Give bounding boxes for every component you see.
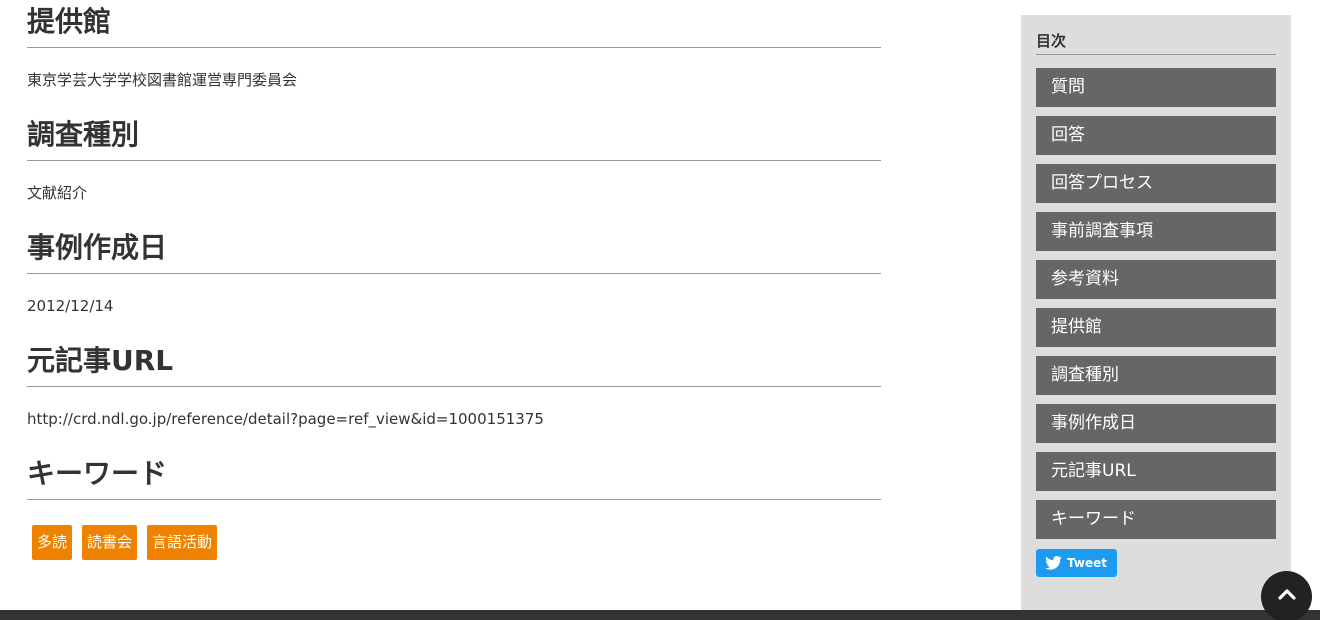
tweet-button[interactable]: Tweet [1036,549,1117,577]
section-heading-created-date: 事例作成日 [27,226,881,274]
tweet-label: Tweet [1067,556,1107,570]
section-provider: 提供館 東京学芸大学学校図書館運営専門委員会 [27,0,881,113]
section-keywords: キーワード 多読 読書会 言語活動 [27,452,881,560]
page: 提供館 東京学芸大学学校図書館運営専門委員会 調査種別 文献紹介 事例作成日 2… [0,0,1320,620]
section-heading-keywords: キーワード [27,452,881,500]
toc-sidebar: 目次 質問 回答 回答プロセス 事前調査事項 参考資料 提供館 調査種別 事例作… [1021,15,1291,620]
survey-type-value: 文献紹介 [27,184,88,202]
footer-bar [0,610,1320,620]
section-heading-source-url: 元記事URL [27,339,881,387]
section-source-url: 元記事URL http://crd.ndl.go.jp/reference/de… [27,339,881,452]
twitter-bird-icon [1045,556,1062,570]
section-heading-survey-type: 調査種別 [27,113,881,161]
chevron-up-icon [1277,589,1296,600]
section-heading-provider: 提供館 [27,0,881,48]
keyword-tag[interactable]: 言語活動 [147,525,218,560]
toc-title: 目次 [1036,31,1276,55]
toc-item-references[interactable]: 参考資料 [1036,260,1276,299]
toc-item-question[interactable]: 質問 [1036,68,1276,107]
toc-item-provider[interactable]: 提供館 [1036,308,1276,347]
toc-item-survey-type[interactable]: 調査種別 [1036,356,1276,395]
toc-item-created-date[interactable]: 事例作成日 [1036,404,1276,443]
toc-item-source-url[interactable]: 元記事URL [1036,452,1276,491]
section-survey-type: 調査種別 文献紹介 [27,113,881,226]
source-url-link[interactable]: http://crd.ndl.go.jp/reference/detail?pa… [27,387,881,452]
toc-item-answer[interactable]: 回答 [1036,116,1276,155]
section-created-date: 事例作成日 2012/12/14 [27,226,881,339]
toc-item-answer-process[interactable]: 回答プロセス [1036,164,1276,203]
toc-item-preliminary-research[interactable]: 事前調査事項 [1036,212,1276,251]
keyword-tag[interactable]: 読書会 [82,525,138,560]
toc-item-keywords[interactable]: キーワード [1036,500,1276,539]
main-content: 提供館 東京学芸大学学校図書館運営専門委員会 調査種別 文献紹介 事例作成日 2… [27,0,881,560]
keyword-tag-list: 多読 読書会 言語活動 [27,500,881,560]
back-to-top-button[interactable] [1261,571,1312,620]
created-date-value: 2012/12/14 [27,297,114,315]
provider-value: 東京学芸大学学校図書館運営専門委員会 [27,71,298,89]
keyword-tag[interactable]: 多読 [32,525,73,560]
